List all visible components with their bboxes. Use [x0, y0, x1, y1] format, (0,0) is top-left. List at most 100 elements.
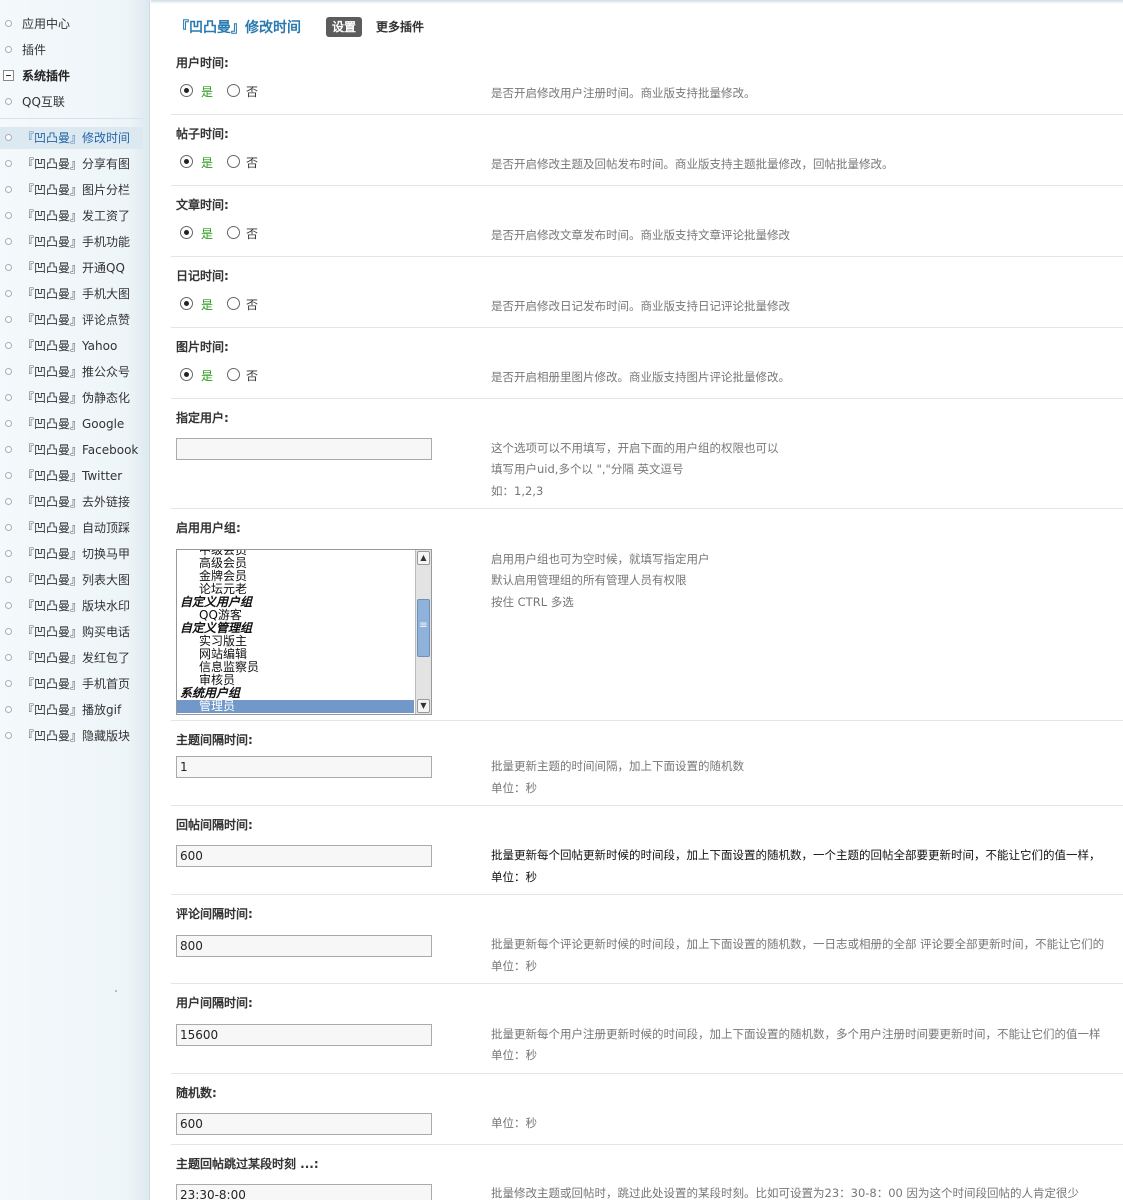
sidebar-item-label: 应用中心 — [22, 17, 71, 31]
main-content: 『凹凸曼』修改时间 设置 更多插件 用户时间: 是 否 是否开启修改用户注册时间… — [151, 0, 1123, 1200]
bullet-icon — [5, 186, 12, 193]
sidebar-plugin-item[interactable]: 『凹凸曼』购买电话 — [0, 621, 143, 643]
diary-time-no-option[interactable]: 否 — [227, 296, 267, 312]
comment-interval-desc-1: 批量更新每个评论更新时候的时间段，加上下面设置的随机数，一日志或相册的全部 评论… — [491, 937, 1105, 951]
sidebar-item-label: 『凹凸曼』开通QQ — [22, 261, 125, 275]
radio-button[interactable] — [180, 155, 193, 168]
scroll-up-icon[interactable]: ▲ — [417, 551, 430, 565]
enabled-groups-listbox[interactable]: 中级会员 高级会员 金牌会员 论坛元老 自定义用户组 QQ游客 自定义管理组 实习版主 网站编辑… — [176, 549, 432, 715]
random-number-input[interactable] — [176, 1113, 432, 1135]
sidebar-plugin-item[interactable]: 『凹凸曼』评论点赞 — [0, 309, 143, 331]
topic-interval-label: 主题间隔时间: — [176, 733, 253, 747]
enabled-groups-desc-2: 默认启用管理组的所有管理人员有权限 — [491, 573, 687, 587]
sidebar-plugin-item[interactable]: 『凹凸曼』发红包了 — [0, 647, 143, 669]
sidebar-plugin-item[interactable]: 『凹凸曼』版块水印 — [0, 595, 143, 617]
radio-button[interactable] — [227, 84, 240, 97]
comment-interval-desc-2: 单位：秒 — [491, 959, 537, 973]
radio-button[interactable] — [180, 368, 193, 381]
sidebar-plugin-item[interactable]: 『凹凸曼』Yahoo — [0, 335, 143, 357]
sidebar-item-label: 『凹凸曼』Facebook — [22, 443, 139, 457]
photo-time-label: 图片时间: — [176, 340, 229, 354]
sidebar-plugin-item[interactable]: 『凹凸曼』播放gif — [0, 699, 143, 721]
radio-button[interactable] — [227, 155, 240, 168]
listbox-option[interactable]: 管理员 — [177, 700, 414, 713]
tab-more-plugins[interactable]: 更多插件 — [376, 17, 424, 37]
sidebar-item-label: 『凹凸曼』Yahoo — [22, 339, 118, 353]
diary-time-label: 日记时间: — [176, 269, 229, 283]
topic-interval-input[interactable] — [176, 756, 432, 778]
radio-button[interactable] — [180, 84, 193, 97]
sidebar-item-label: 『凹凸曼』购买电话 — [22, 625, 131, 639]
radio-button[interactable] — [180, 297, 193, 310]
sidebar-plugin-item[interactable]: 『凹凸曼』列表大图 — [0, 569, 143, 591]
sidebar-item-active[interactable]: 『凹凸曼』修改时间 — [0, 127, 143, 149]
row-divider — [171, 983, 1123, 984]
sidebar-plugin-item[interactable]: 『凹凸曼』手机首页 — [0, 673, 143, 695]
photo-time-yes-option[interactable]: 是 — [180, 367, 220, 383]
sidebar-plugin-item[interactable]: 『凹凸曼』Google — [0, 413, 143, 435]
sidebar-plugin-item[interactable]: 『凹凸曼』发工资了 — [0, 205, 143, 227]
user-interval-input[interactable] — [176, 1024, 432, 1046]
bullet-icon — [5, 420, 12, 427]
sidebar-group-system-plugins[interactable]: 系统插件 — [0, 65, 143, 87]
sidebar-item-app-center[interactable]: 应用中心 — [0, 13, 143, 35]
sidebar-plugin-item[interactable]: 『凹凸曼』Facebook — [0, 439, 143, 461]
sidebar-plugin-item[interactable]: 『凹凸曼』去外链接 — [0, 491, 143, 513]
radio-button[interactable] — [227, 226, 240, 239]
article-time-no-option[interactable]: 否 — [227, 225, 267, 241]
row-divider — [171, 398, 1123, 399]
sidebar-plugin-item[interactable]: 『凹凸曼』图片分栏 — [0, 179, 143, 201]
post-time-desc: 是否开启修改主题及回帖发布时间。商业版支持主题批量修改，回帖批量修改。 — [491, 157, 894, 171]
sidebar-plugin-item[interactable]: 『凹凸曼』隐藏版块 — [0, 725, 143, 747]
sidebar-plugin-item[interactable]: 『凹凸曼』手机大图 — [0, 283, 143, 305]
post-time-yes-option[interactable]: 是 — [180, 154, 220, 170]
sidebar-item-label: 『凹凸曼』手机大图 — [22, 287, 131, 301]
user-interval-label: 用户间隔时间: — [176, 996, 253, 1010]
sidebar-plugin-item[interactable]: 『凹凸曼』手机功能 — [0, 231, 143, 253]
radio-button[interactable] — [227, 368, 240, 381]
bullet-icon — [5, 654, 12, 661]
user-time-label: 用户时间: — [176, 56, 229, 70]
listbox-scrollbar[interactable]: ▲ ▼ — [415, 550, 431, 714]
skip-period-input[interactable] — [176, 1184, 432, 1200]
user-time-no-option[interactable]: 否 — [227, 83, 267, 99]
sidebar-plugin-item[interactable]: 『凹凸曼』伪静态化 — [0, 387, 143, 409]
comment-interval-input[interactable] — [176, 935, 432, 957]
radio-no-label: 否 — [246, 227, 259, 241]
collapse-icon[interactable] — [3, 70, 14, 81]
user-time-yes-option[interactable]: 是 — [180, 83, 220, 99]
sidebar-plugin-item[interactable]: 『凹凸曼』切换马甲 — [0, 543, 143, 565]
specified-users-input[interactable] — [176, 438, 432, 460]
sidebar-plugin-item[interactable]: 『凹凸曼』开通QQ — [0, 257, 143, 279]
reply-interval-input[interactable] — [176, 845, 432, 867]
sidebar-plugin-item[interactable]: 『凹凸曼』推公众号 — [0, 361, 143, 383]
scroll-down-icon[interactable]: ▼ — [417, 699, 430, 713]
reply-interval-desc-2: 单位：秒 — [491, 870, 537, 884]
diary-time-desc: 是否开启修改日记发布时间。商业版支持日记评论批量修改 — [491, 299, 790, 313]
radio-yes-label: 是 — [201, 369, 214, 383]
bullet-icon — [5, 576, 12, 583]
skip-period-desc: 批量修改主题或回帖时，跳过此处设置的某段时刻。比如可设置为23：30-8：00 … — [491, 1186, 1080, 1200]
article-time-yes-option[interactable]: 是 — [180, 225, 220, 241]
radio-button[interactable] — [180, 226, 193, 239]
sidebar-plugin-item[interactable]: 『凹凸曼』Twitter — [0, 465, 143, 487]
sidebar-plugin-item[interactable]: 『凹凸曼』分享有图 — [0, 153, 143, 175]
diary-time-yes-option[interactable]: 是 — [180, 296, 220, 312]
sidebar-item-label: 『凹凸曼』发工资了 — [22, 209, 131, 223]
sidebar-divider — [0, 118, 143, 119]
sidebar-item-plugins[interactable]: 插件 — [0, 39, 143, 61]
bullet-icon — [5, 46, 12, 53]
sidebar-item-qq-connect[interactable]: QQ互联 — [0, 91, 143, 113]
tab-settings[interactable]: 设置 — [326, 17, 363, 37]
bullet-icon — [5, 602, 12, 609]
photo-time-no-option[interactable]: 否 — [227, 367, 267, 383]
bullet-icon — [5, 134, 12, 141]
radio-no-label: 否 — [246, 298, 259, 312]
enabled-groups-desc-1: 启用用户组也可为空时候，就填写指定用户 — [491, 552, 710, 566]
sidebar-item-label: 『凹凸曼』手机首页 — [22, 677, 131, 691]
row-divider — [171, 185, 1123, 186]
radio-button[interactable] — [227, 297, 240, 310]
scrollbar-thumb[interactable] — [417, 599, 430, 657]
post-time-no-option[interactable]: 否 — [227, 154, 267, 170]
sidebar-plugin-item[interactable]: 『凹凸曼』自动顶踩 — [0, 517, 143, 539]
